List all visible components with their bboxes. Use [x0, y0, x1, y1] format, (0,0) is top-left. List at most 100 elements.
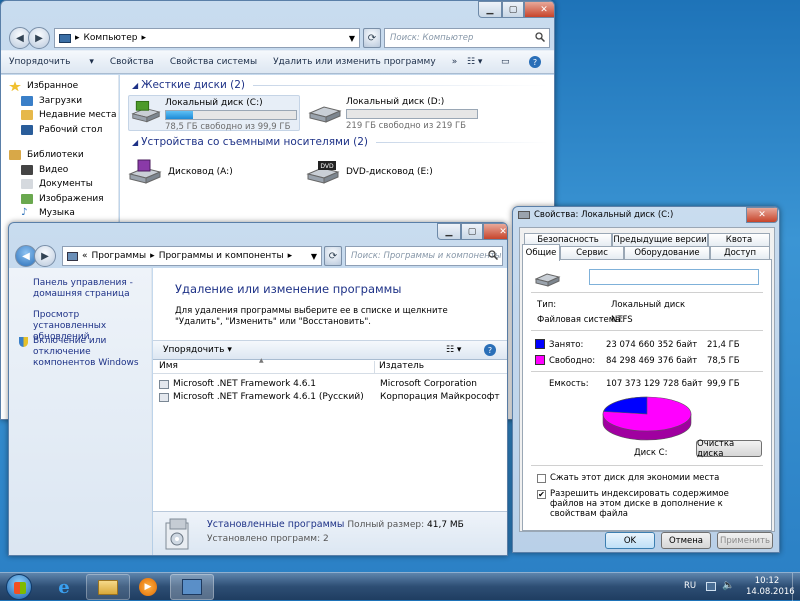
show-desktop-button[interactable] — [792, 573, 800, 601]
nav-libraries[interactable]: Библиотеки — [1, 148, 118, 163]
drive-a[interactable]: Дисковод (A:) — [128, 157, 300, 187]
forward-button[interactable]: ▶ — [34, 245, 56, 267]
system-properties-button[interactable]: Свойства системы — [170, 57, 257, 67]
breadcrumb-arrow-icon[interactable]: ▸ — [141, 33, 146, 43]
drive-c[interactable]: Локальный диск (C:) 78,5 ГБ свободно из … — [128, 95, 300, 132]
breadcrumb-programs-features[interactable]: Программы и компоненты — [159, 251, 284, 261]
search-input[interactable]: Поиск: Программы и компоненты — [345, 246, 503, 266]
column-name[interactable]: Имя ▲ — [153, 357, 375, 373]
close-button[interactable]: ✕ — [746, 207, 778, 223]
disk-cleanup-button[interactable]: Очистка диска — [696, 439, 762, 459]
separator — [531, 371, 763, 372]
breadcrumb-programs[interactable]: Программы — [92, 251, 147, 261]
network-icon[interactable] — [706, 582, 716, 591]
link-windows-features[interactable]: Включение или отключение компонентов Win… — [33, 336, 145, 369]
tab-previous-versions[interactable]: Предыдущие версии — [612, 233, 708, 246]
group-hard-disks[interactable]: ◢ Жесткие диски (2) — [132, 79, 548, 91]
computer-small-icon — [59, 33, 71, 43]
index-option[interactable]: ✔ Разрешить индексировать содержимое файл… — [537, 489, 761, 519]
clock[interactable]: 10:12 14.08.2016 — [746, 576, 795, 598]
apply-button[interactable]: Применить — [717, 532, 773, 549]
address-dropdown-icon[interactable]: ▼ — [311, 252, 317, 261]
drive-e-name: DVD-дисковод (E:) — [346, 167, 433, 177]
refresh-icon[interactable]: ⟳ — [363, 28, 381, 48]
taskbar-control-panel[interactable] — [170, 574, 214, 600]
preview-pane-icon[interactable]: ▭ — [501, 57, 510, 67]
drive-small-icon — [518, 211, 530, 219]
properties-button[interactable]: Свойства — [110, 57, 154, 67]
language-indicator[interactable]: RU — [684, 581, 696, 591]
used-color-swatch — [535, 339, 545, 349]
cancel-button[interactable]: Отмена — [661, 532, 711, 549]
more-button[interactable]: » — [452, 57, 458, 67]
refresh-icon[interactable]: ⟳ — [324, 246, 342, 266]
taskbar-explorer[interactable] — [86, 574, 130, 600]
link-control-panel-home[interactable]: Панель управления - домашняя страница — [33, 278, 145, 300]
column-publisher[interactable]: Издатель — [375, 361, 424, 373]
close-button[interactable]: ✕ — [483, 223, 507, 240]
nav-pictures[interactable]: Изображения — [1, 192, 118, 207]
programs-content: Удаление или изменение программы Для уда… — [153, 268, 507, 555]
close-button[interactable]: ✕ — [524, 1, 554, 18]
maximize-button[interactable]: ▢ — [461, 223, 483, 240]
used-gb: 21,4 ГБ — [707, 340, 740, 350]
windows-logo-icon — [14, 582, 26, 594]
nav-downloads[interactable]: Загрузки — [1, 94, 118, 109]
help-icon[interactable]: ? — [484, 344, 496, 356]
drive-label-input[interactable] — [589, 269, 759, 285]
uninstall-button[interactable]: Удалить или изменить программу — [273, 57, 436, 67]
breadcrumb-overflow[interactable]: « — [82, 251, 88, 261]
free-label: Свободно: — [549, 356, 596, 366]
forward-button[interactable]: ▶ — [28, 27, 50, 49]
breadcrumb-computer[interactable]: Компьютер — [84, 33, 138, 43]
nav-documents[interactable]: Документы — [1, 177, 118, 192]
start-button[interactable] — [6, 574, 32, 600]
dialog-title-bar: Свойства: Локальный диск (C:) — [518, 210, 673, 220]
disk-label: Диск C: — [634, 448, 668, 458]
separator — [531, 330, 763, 331]
tab-quota[interactable]: Квота — [708, 233, 770, 246]
group-removable[interactable]: ◢ Устройства со съемными носителями (2) — [132, 136, 548, 148]
taskbar-media-player[interactable]: ▶ — [126, 574, 170, 600]
nav-music[interactable]: ♪ Музыка — [1, 206, 118, 221]
tab-hardware[interactable]: Оборудование — [624, 246, 710, 259]
drive-e[interactable]: DVD DVD-дисковод (E:) — [306, 157, 486, 187]
breadcrumb-arrow-icon[interactable]: ▸ — [288, 251, 293, 261]
compress-option[interactable]: Сжать этот диск для экономии места — [537, 473, 719, 483]
dialog-body: Безопасность Предыдущие версии Квота Общ… — [519, 227, 775, 532]
installer-icon — [159, 392, 169, 402]
organize-button[interactable]: Упорядочить ▾ — [163, 345, 232, 355]
minimize-button[interactable]: ▁ — [437, 223, 461, 240]
media-player-icon: ▶ — [139, 578, 157, 596]
table-row[interactable]: Microsoft .NET Framework 4.6.1 Microsoft… — [153, 378, 507, 390]
table-row[interactable]: Microsoft .NET Framework 4.6.1 (Русский)… — [153, 391, 507, 403]
tab-tools[interactable]: Сервис — [560, 246, 624, 259]
drive-d[interactable]: Локальный диск (D:) 219 ГБ свободно из 2… — [306, 95, 486, 131]
address-dropdown-icon[interactable]: ▼ — [349, 34, 355, 43]
taskbar-ie[interactable]: e — [42, 574, 86, 600]
nav-recent[interactable]: Недавние места — [1, 108, 118, 123]
pictures-icon — [21, 193, 33, 204]
maximize-button[interactable]: ▢ — [502, 1, 524, 18]
dvd-drive-icon: DVD — [306, 161, 340, 184]
nav-favorites[interactable]: Избранное — [1, 79, 118, 94]
ok-button[interactable]: OK — [605, 532, 655, 549]
search-input[interactable]: Поиск: Компьютер — [384, 28, 550, 48]
nav-video[interactable]: Видео — [1, 163, 118, 178]
index-checkbox[interactable]: ✔ — [537, 490, 546, 499]
help-icon[interactable]: ? — [529, 56, 541, 68]
organize-button[interactable]: Упорядочить ▾ — [9, 57, 94, 67]
tab-general[interactable]: Общие — [522, 244, 560, 261]
view-options-icon[interactable]: ☷ ▾ — [446, 345, 461, 355]
address-bar[interactable]: « Программы ▸ Программы и компоненты ▸ ▼ — [62, 246, 322, 266]
nav-desktop[interactable]: Рабочий стол — [1, 123, 118, 138]
view-options-icon[interactable]: ☷ ▾ — [467, 57, 482, 67]
address-bar[interactable]: ▸ Компьютер ▸ ▼ — [54, 28, 360, 48]
tab-sharing[interactable]: Доступ — [710, 246, 770, 259]
compress-checkbox[interactable] — [537, 473, 546, 483]
free-color-swatch — [535, 355, 545, 365]
minimize-button[interactable]: ▁ — [478, 1, 502, 18]
volume-icon[interactable]: 🔈 — [722, 580, 734, 591]
breadcrumb-arrow-icon[interactable]: ▸ — [150, 251, 155, 261]
documents-icon — [21, 179, 33, 190]
